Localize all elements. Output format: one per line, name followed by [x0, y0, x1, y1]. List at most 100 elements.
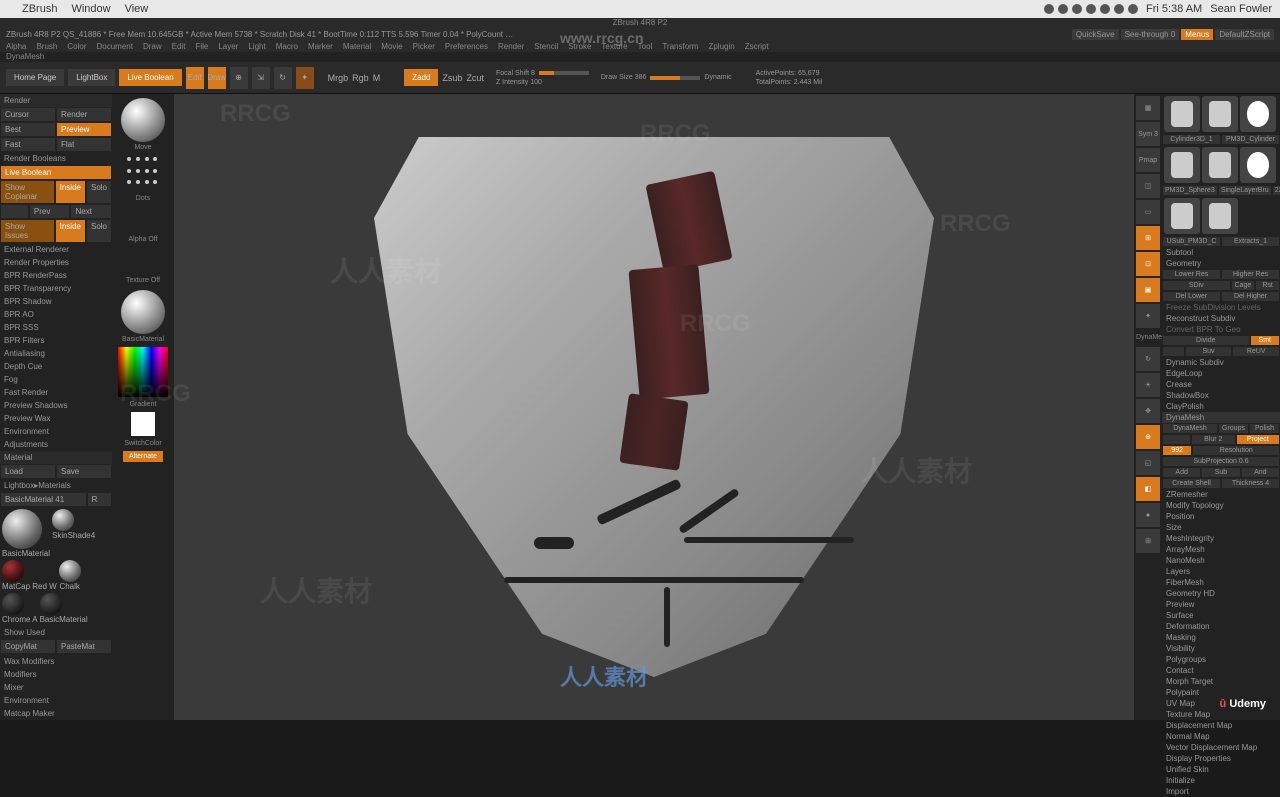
item-arraymesh[interactable]: ArrayMesh — [1162, 544, 1280, 555]
menu-stencil[interactable]: Stencil — [534, 42, 558, 51]
item-modifiers[interactable]: Modifiers — [0, 668, 112, 681]
bpr-icon[interactable]: ▦ — [1136, 96, 1160, 120]
mat-skinshade[interactable] — [52, 509, 74, 531]
lightbox-materials[interactable]: Lightbox▸Materials — [0, 479, 112, 492]
menu-preferences[interactable]: Preferences — [445, 42, 488, 51]
item-edgeloop[interactable]: EdgeLoop — [1162, 368, 1280, 379]
copymat-button[interactable]: CopyMat — [0, 639, 56, 654]
best-button[interactable]: Best — [0, 122, 56, 137]
menu-zscript[interactable]: Zscript — [745, 42, 769, 51]
tool-thumb-2[interactable] — [1202, 96, 1238, 132]
item-preview[interactable]: Preview — [1162, 599, 1280, 610]
item-fibermesh[interactable]: FiberMesh — [1162, 577, 1280, 588]
higherres-button[interactable]: Higher Res — [1221, 269, 1280, 280]
item-shadowbox[interactable]: ShadowBox — [1162, 390, 1280, 401]
item-dispmap[interactable]: Displacement Map — [1162, 720, 1280, 731]
mat-basic2[interactable] — [40, 593, 62, 615]
fast-button[interactable]: Fast — [0, 137, 56, 152]
color-swatch[interactable] — [131, 412, 155, 436]
pastemat-button[interactable]: PasteMat — [56, 639, 112, 654]
user-name[interactable]: Sean Fowler — [1210, 3, 1272, 15]
item-renderprops[interactable]: Render Properties — [0, 256, 112, 269]
lrcn-icon[interactable]: ⊡ — [1136, 252, 1160, 276]
draw-icon[interactable]: Draw — [208, 67, 226, 89]
item-modtopology[interactable]: Modify Topology — [1162, 500, 1280, 511]
homepage-button[interactable]: Home Page — [6, 69, 64, 86]
tool-thumb-5[interactable] — [1202, 147, 1238, 183]
divide-button[interactable]: Divide — [1162, 335, 1250, 346]
render-header[interactable]: Render — [0, 94, 112, 107]
smt-button[interactable]: Smt — [1250, 335, 1280, 346]
viewport[interactable] — [174, 94, 1134, 720]
scale-icon[interactable]: ⇲ — [252, 67, 270, 89]
menu-movie[interactable]: Movie — [381, 42, 402, 51]
item-size[interactable]: Size — [1162, 522, 1280, 533]
rgb-button[interactable]: Rgb — [352, 73, 369, 83]
move-view-icon[interactable]: ✥ — [1136, 399, 1160, 423]
menu-light[interactable]: Light — [248, 42, 265, 51]
alpha-label[interactable]: Alpha Off — [128, 236, 157, 243]
save-button[interactable]: Save — [56, 464, 112, 479]
edit-icon[interactable]: Edit — [186, 67, 204, 89]
item-depthcue[interactable]: Depth Cue — [0, 360, 112, 373]
mat-basicmaterial[interactable] — [2, 509, 42, 549]
lowerres-button[interactable]: Lower Res — [1162, 269, 1221, 280]
menus-button[interactable]: Menus — [1181, 29, 1213, 40]
cursor-button[interactable]: Cursor — [0, 107, 56, 122]
menu-marker[interactable]: Marker — [308, 42, 333, 51]
item-meshintegrity[interactable]: MeshIntegrity — [1162, 533, 1280, 544]
item-env[interactable]: Environment — [0, 694, 112, 707]
dynamesh-header[interactable]: DynaMesh — [1162, 412, 1280, 423]
move-icon[interactable]: ⊕ — [230, 67, 248, 89]
item-fog[interactable]: Fog — [0, 373, 112, 386]
floor-icon[interactable]: ▭ — [1136, 200, 1160, 224]
persp-icon[interactable]: ◫ — [1136, 174, 1160, 198]
item-visibility[interactable]: Visibility — [1162, 643, 1280, 654]
rotate-icon[interactable]: ↻ — [274, 67, 292, 89]
menu-window[interactable]: Window — [71, 3, 110, 15]
showissues-button[interactable]: Show Issues — [0, 219, 55, 243]
local-icon[interactable]: ⊞ — [1136, 226, 1160, 250]
sdiv-slider[interactable]: SDiv — [1162, 280, 1231, 291]
subprojection-slider[interactable]: SubProjection 0.6 — [1162, 456, 1280, 467]
item-geometryhd[interactable]: Geometry HD — [1162, 588, 1280, 599]
inside-button[interactable]: Inside — [55, 180, 86, 204]
actual-icon[interactable]: ◱ — [1136, 451, 1160, 475]
mat-chrome[interactable] — [2, 593, 24, 615]
item-bprfilters[interactable]: BPR Filters — [0, 334, 112, 347]
menu-file[interactable]: File — [195, 42, 208, 51]
tool-thumb-4[interactable] — [1164, 147, 1200, 183]
dynamic-label[interactable]: Dynamic — [704, 74, 731, 81]
item-adjustments[interactable]: Adjustments — [0, 438, 112, 451]
item-initialize[interactable]: Initialize — [1162, 775, 1280, 786]
item-polygroups[interactable]: Polygroups — [1162, 654, 1280, 665]
item-previewshadows[interactable]: Preview Shadows — [0, 399, 112, 412]
item-matcapmaker[interactable]: Matcap Maker — [0, 707, 112, 720]
material-header[interactable]: Material — [0, 451, 112, 464]
item-texturemap[interactable]: Texture Map — [1162, 709, 1280, 720]
gizmo-icon[interactable]: ✦ — [296, 67, 314, 89]
item-vdispmap[interactable]: Vector Displacement Map — [1162, 742, 1280, 753]
item-deformation[interactable]: Deformation — [1162, 621, 1280, 632]
menu-draw[interactable]: Draw — [143, 42, 162, 51]
item-antialiasing[interactable]: Antialiasing — [0, 347, 112, 360]
dellower-button[interactable]: Del Lower — [1162, 291, 1221, 302]
color-picker[interactable] — [118, 347, 168, 397]
item-extrenderer[interactable]: External Renderer — [0, 243, 112, 256]
render-button[interactable]: Render — [56, 107, 112, 122]
tool-thumb-7[interactable] — [1164, 198, 1200, 234]
brush-preview[interactable] — [121, 98, 165, 142]
item-morphtarget[interactable]: Morph Target — [1162, 676, 1280, 687]
sund-icon[interactable]: ☀ — [1136, 373, 1160, 397]
item-position[interactable]: Position — [1162, 511, 1280, 522]
menu-document[interactable]: Document — [97, 42, 133, 51]
zsub-button[interactable]: Zsub — [442, 73, 462, 83]
item-dynsubdiv[interactable]: Dynamic Subdiv — [1162, 357, 1280, 368]
item-zremesher[interactable]: ZRemesher — [1162, 489, 1280, 500]
blur-slider[interactable]: Blur 2 — [1191, 434, 1235, 445]
menu-edit[interactable]: Edit — [172, 42, 186, 51]
menu-brush[interactable]: Brush — [36, 42, 57, 51]
item-bprrenderpass[interactable]: BPR RenderPass — [0, 269, 112, 282]
menu-zplugin[interactable]: Zplugin — [708, 42, 734, 51]
menu-macro[interactable]: Macro — [276, 42, 298, 51]
